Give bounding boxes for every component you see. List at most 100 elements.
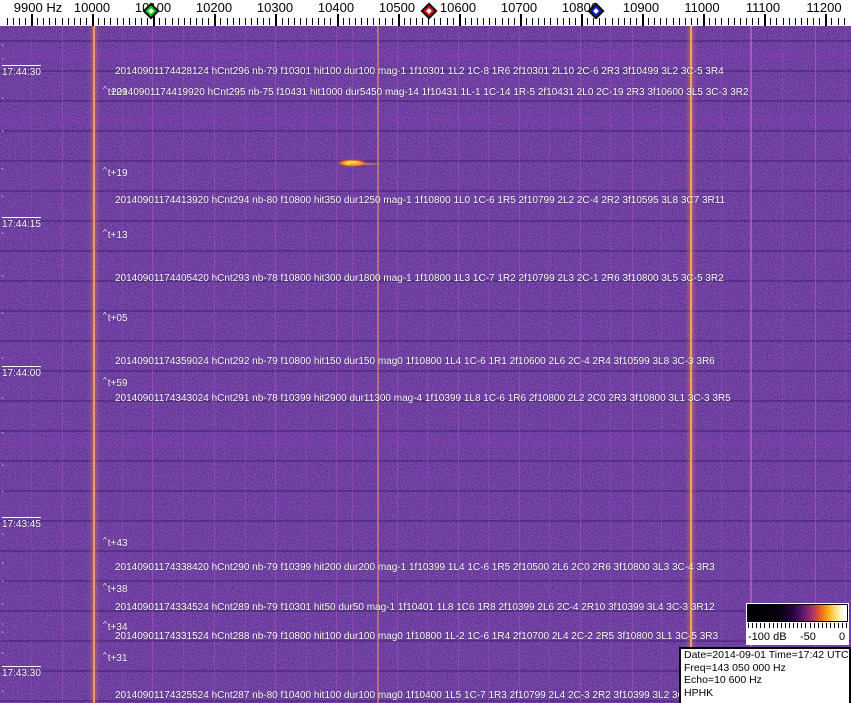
ruler-minor-tick — [434, 18, 436, 25]
ruler-minor-tick — [452, 18, 454, 25]
ruler-minor-tick — [196, 18, 197, 25]
colorbar-label-max: 0 — [839, 631, 846, 643]
time-edge-tick: ` — [1, 312, 5, 323]
colorbar-gradient — [747, 604, 848, 622]
ruler-minor-tick — [739, 18, 741, 25]
info-date-time: Date=2014-09-01 Time=17:42 UTC — [684, 649, 849, 661]
time-edge-tick: ` — [1, 533, 5, 544]
ruler-minor-tick — [776, 18, 778, 25]
caret-icon: ^ — [103, 85, 107, 94]
ruler-minor-tick — [202, 18, 204, 25]
freq-label-10200: 10200 — [195, 0, 233, 15]
detection-row: 20140901174359024 hCnt292 nb-79 f10800 h… — [115, 356, 715, 367]
ruler-minor-tick — [67, 18, 69, 25]
ruler-major-tick — [214, 14, 217, 26]
ruler-minor-tick — [654, 18, 656, 25]
noise-band — [0, 437, 851, 445]
carrier-line — [31, 26, 32, 703]
colorbar-tick — [776, 623, 778, 628]
ruler-minor-tick — [269, 18, 271, 25]
caret-icon: ^ — [103, 376, 107, 385]
freq-label-10000: 10000 — [73, 0, 111, 15]
event-marker-tp29: ^t+29 — [103, 85, 128, 98]
detection-row: 20140901174343024 hCnt291 nb-78 f10399 h… — [115, 393, 731, 404]
ruler-minor-tick — [697, 18, 698, 25]
time-edge-tick: ` — [1, 97, 5, 108]
ruler-minor-tick — [385, 18, 387, 25]
ruler-minor-tick — [752, 18, 753, 25]
meteor-spectrogram-app: 9900 Hz100001010010200103001040010500106… — [0, 0, 851, 703]
ruler-major-tick — [642, 14, 644, 26]
ruler-major-tick — [458, 14, 461, 26]
time-edge-tick: ` — [1, 652, 5, 663]
event-marker-label: t+13 — [107, 230, 128, 241]
freq-label-10400: 10400 — [317, 0, 355, 15]
ruler-minor-tick — [440, 18, 442, 25]
time-edge-tick: ` — [1, 275, 5, 286]
carrier-line — [782, 26, 783, 703]
caret-icon: ^ — [103, 536, 107, 545]
event-marker-tp59: ^t+59 — [103, 376, 128, 389]
freq-label-11000: 11000 — [684, 0, 720, 15]
ruler-minor-tick — [807, 18, 808, 25]
event-marker-tp19: ^t+19 — [103, 166, 128, 179]
event-marker-label: t+31 — [107, 653, 128, 664]
colorbar-tick — [821, 623, 823, 628]
ruler-minor-tick — [733, 18, 735, 25]
ruler-minor-tick — [43, 18, 45, 25]
red-marker-diamond-icon[interactable] — [420, 2, 438, 20]
caret-icon: ^ — [103, 582, 107, 591]
time-label-174430: 17:44:30 — [2, 65, 41, 78]
ruler-minor-tick — [544, 18, 546, 25]
ruler-minor-tick — [373, 18, 375, 25]
colorbar-tick — [842, 623, 844, 628]
freq-label-11100: 11100 — [745, 0, 781, 15]
colorbar-label-mid: -50 — [800, 631, 816, 643]
carrier-line — [750, 26, 752, 703]
event-marker-label: t+34 — [107, 622, 128, 633]
event-marker-tp31: ^t+31 — [103, 651, 128, 664]
ruler-minor-tick — [782, 18, 784, 25]
ruler-minor-tick — [629, 18, 631, 25]
ruler-minor-tick — [312, 18, 314, 25]
ruler-minor-tick — [495, 18, 497, 25]
ruler-minor-tick — [635, 18, 637, 25]
colorbar-label-min: -100 dB — [748, 631, 787, 643]
ruler-minor-tick — [104, 18, 106, 25]
info-echo: Echo=10 600 Hz — [684, 674, 762, 686]
ruler-major-tick — [519, 14, 522, 26]
time-edge-tick: ` — [1, 580, 5, 591]
freq-label-11200: 11200 — [806, 0, 842, 15]
carrier-line — [721, 26, 722, 703]
ruler-minor-tick — [678, 18, 680, 25]
ruler-minor-tick — [532, 18, 533, 25]
ruler-minor-tick — [507, 18, 509, 25]
time-edge-tick: ` — [1, 397, 5, 408]
freq-label-10900: 10900 — [622, 0, 660, 15]
time-label-174330: 17:43:30 — [2, 666, 41, 679]
ruler-minor-tick — [263, 18, 265, 25]
colorbar-tick — [830, 623, 831, 628]
ruler-major-tick — [764, 14, 767, 26]
ruler-minor-tick — [18, 18, 20, 25]
ruler-minor-tick — [611, 18, 613, 25]
detection-row: 20140901174428124 hCnt296 nb-79 f10301 h… — [115, 66, 724, 77]
ruler-minor-tick — [287, 18, 289, 25]
event-marker-tp13: ^t+13 — [103, 228, 128, 241]
ruler-minor-tick — [226, 18, 228, 25]
ruler-minor-tick — [318, 18, 320, 25]
ruler-minor-tick — [330, 18, 332, 25]
ruler-minor-tick — [147, 18, 149, 25]
time-edge-tick: ` — [1, 232, 5, 243]
ruler-major-tick — [92, 14, 95, 26]
ruler-major-tick — [580, 14, 583, 26]
ruler-minor-tick — [24, 18, 26, 25]
time-edge-tick: ` — [1, 562, 5, 573]
colorbar-tick — [756, 623, 758, 628]
colorbar-tick — [793, 623, 795, 628]
ruler-minor-tick — [470, 18, 472, 25]
ruler-minor-tick — [813, 18, 815, 25]
caret-icon: ^ — [103, 651, 107, 660]
noise-band — [0, 117, 851, 125]
ruler-minor-tick — [690, 18, 692, 25]
